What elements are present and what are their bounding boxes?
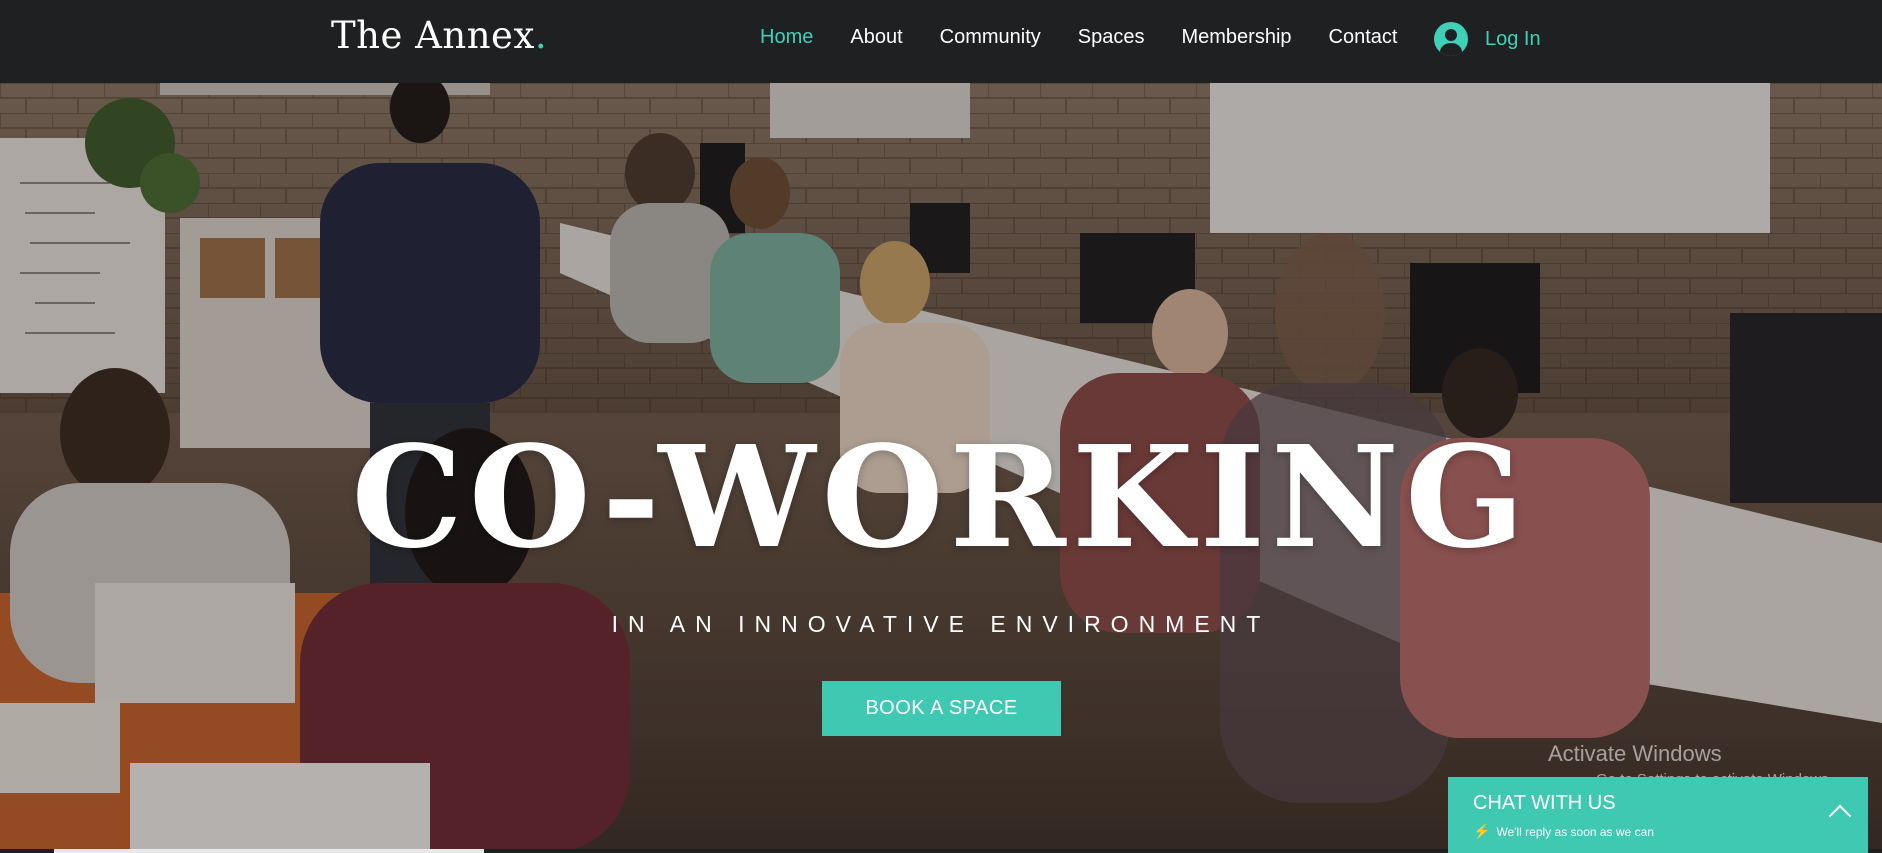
hero-headline: CO-WORKING [351,416,1531,580]
scrollbar-thumb[interactable] [54,849,484,853]
chat-subtitle: We'll reply as soon as we can [1496,824,1654,839]
login-button[interactable]: Log In [1434,22,1541,56]
nav-membership[interactable]: Membership [1181,26,1291,49]
watermark-title: Activate Windows [1548,741,1722,766]
chevron-up-icon[interactable] [1828,804,1852,828]
book-a-space-button[interactable]: BOOK A SPACE [822,681,1061,736]
chat-title: CHAT WITH US [1473,792,1616,814]
site-logo[interactable]: The Annex. [331,14,547,57]
nav-home[interactable]: Home [760,26,813,49]
site-header: The Annex. Home About Community Spaces M… [0,0,1882,83]
hero-tagline: IN AN INNOVATIVE ENVIRONMENT [611,611,1271,637]
main-nav: Home About Community Spaces Membership C… [760,26,1434,49]
nav-spaces[interactable]: Spaces [1078,26,1145,49]
bolt-icon: ⚡ [1473,823,1491,839]
logo-dot: . [534,14,548,57]
chat-subtitle-row: ⚡ We'll reply as soon as we can [1473,823,1654,840]
login-label: Log In [1485,27,1541,50]
nav-community[interactable]: Community [940,26,1041,49]
logo-text: The Annex [331,14,535,57]
hero-section: CO-WORKING IN AN INNOVATIVE ENVIRONMENT … [0,83,1882,853]
user-avatar-icon [1434,22,1468,56]
nav-about[interactable]: About [850,26,902,49]
nav-contact[interactable]: Contact [1329,26,1398,49]
chat-widget[interactable]: CHAT WITH US ⚡ We'll reply as soon as we… [1448,777,1868,853]
